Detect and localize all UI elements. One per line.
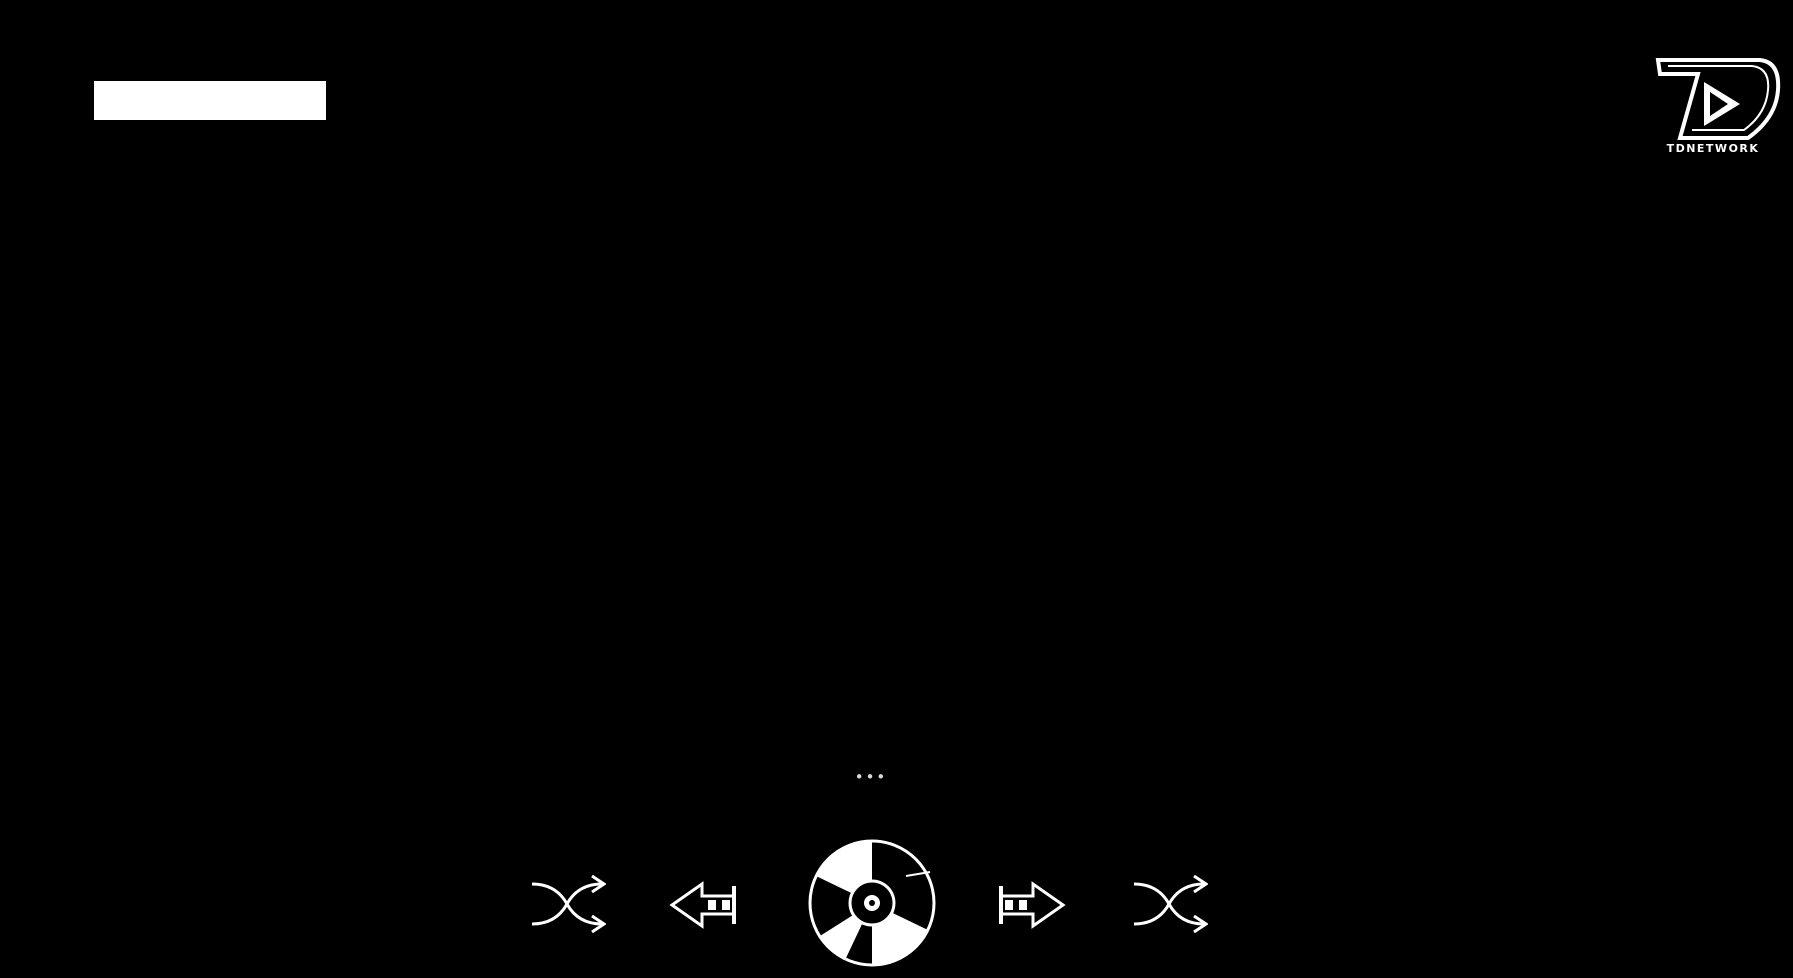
title-box: [94, 81, 326, 120]
previous-button[interactable]: [668, 880, 740, 930]
shuffle-icon: [531, 874, 606, 934]
shuffle-icon: [1133, 874, 1208, 934]
previous-icon: [669, 881, 736, 929]
logo-text: TDNETWORK: [1666, 142, 1760, 155]
next-button[interactable]: [995, 880, 1067, 930]
shuffle-left-button[interactable]: [528, 874, 606, 934]
playback-controls: [520, 836, 1210, 970]
play-button[interactable]: [806, 836, 938, 970]
next-icon: [999, 881, 1066, 929]
disc-play-icon: [808, 839, 936, 967]
logo-mark-icon: [1655, 58, 1781, 140]
shuffle-right-button[interactable]: [1130, 874, 1208, 934]
tdnetwork-logo: TDNETWORK: [1640, 52, 1786, 162]
now-playing-title: ...: [853, 747, 887, 787]
player-screen: TDNETWORK ...: [0, 0, 1793, 978]
